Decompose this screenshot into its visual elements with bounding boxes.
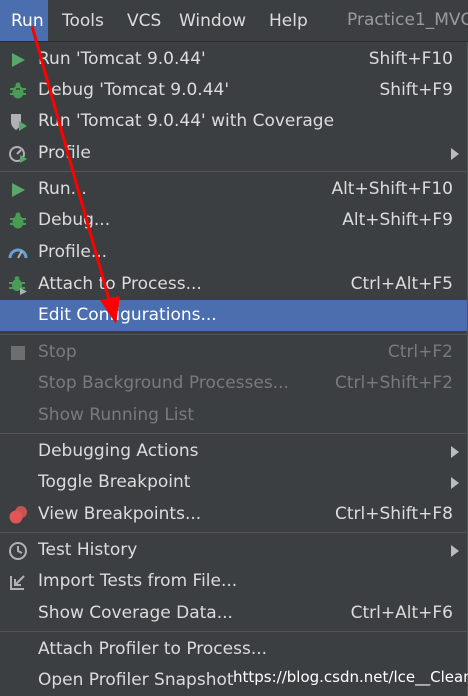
arrow-head-icon xyxy=(100,296,120,324)
annotation-arrow xyxy=(30,25,120,324)
